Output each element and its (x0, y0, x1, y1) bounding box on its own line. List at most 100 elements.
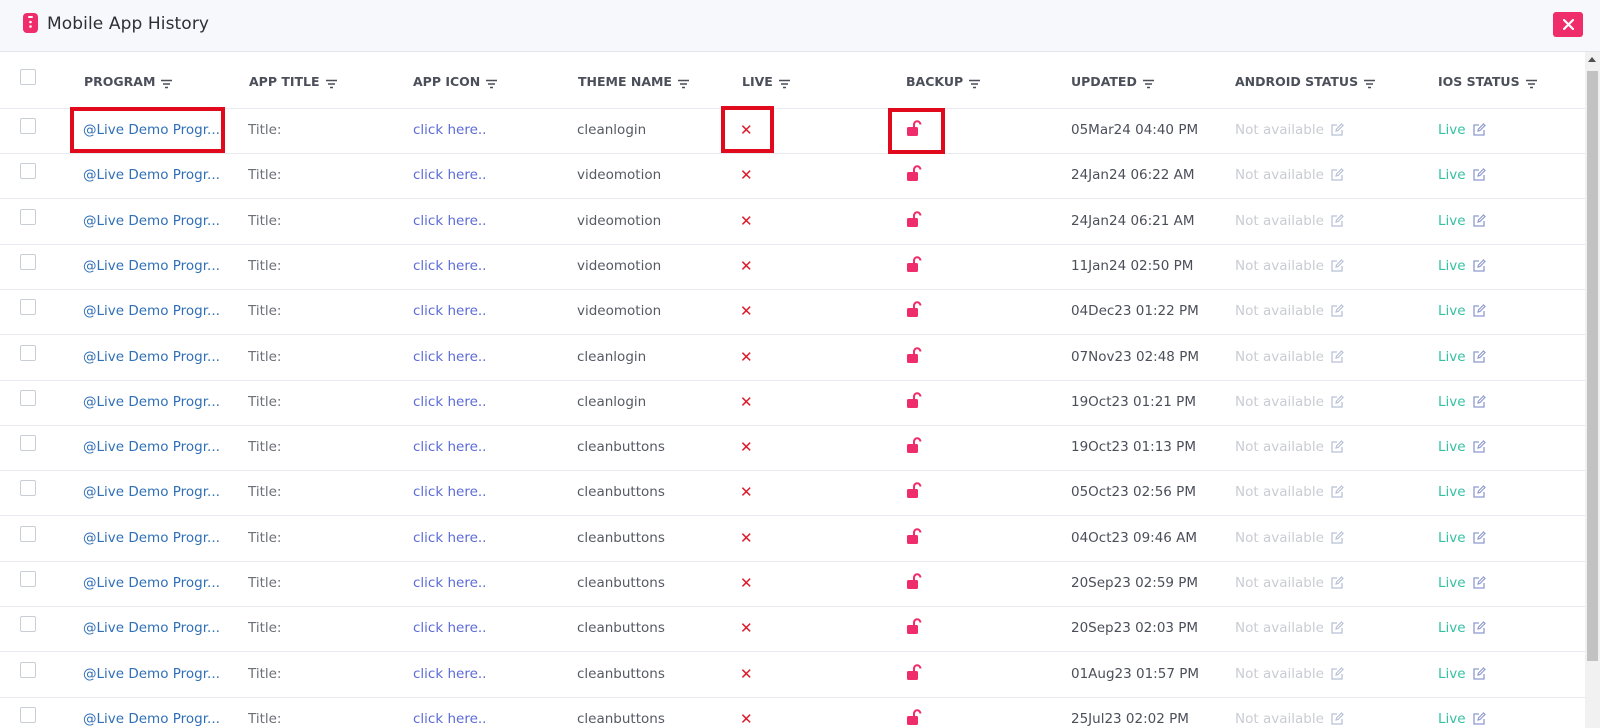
column-header-updated[interactable]: UPDATED (1071, 74, 1154, 89)
filter-icon[interactable] (1525, 77, 1537, 88)
live-status-icon[interactable]: ✕ (740, 710, 753, 728)
column-header-program[interactable]: PROGRAM (84, 74, 173, 89)
unlock-icon[interactable] (906, 482, 923, 499)
live-status-icon[interactable]: ✕ (740, 212, 753, 230)
unlock-icon[interactable] (906, 573, 923, 590)
app-icon-link[interactable]: click here.. (413, 258, 486, 274)
app-icon-link[interactable]: click here.. (413, 484, 486, 500)
program-link[interactable]: @Live Demo Progr... (83, 303, 220, 319)
filter-icon[interactable] (486, 77, 498, 88)
unlock-icon[interactable] (906, 437, 923, 454)
unlock-icon[interactable] (906, 392, 923, 409)
column-header-icon[interactable]: APP ICON (413, 74, 498, 89)
column-header-backup[interactable]: BACKUP (906, 74, 981, 89)
edit-icon[interactable] (1472, 485, 1486, 499)
row-checkbox[interactable] (20, 299, 36, 316)
program-link[interactable]: @Live Demo Progr... (83, 213, 220, 229)
live-status-icon[interactable]: ✕ (740, 302, 753, 320)
unlock-icon[interactable] (906, 256, 923, 273)
vertical-scrollbar[interactable] (1585, 52, 1600, 728)
live-status-icon[interactable]: ✕ (740, 529, 753, 547)
unlock-icon[interactable] (906, 709, 923, 726)
edit-icon[interactable] (1330, 123, 1344, 137)
live-status-icon[interactable]: ✕ (740, 166, 753, 184)
app-icon-link[interactable]: click here.. (413, 303, 486, 319)
app-icon-link[interactable]: click here.. (413, 439, 486, 455)
live-status-icon[interactable]: ✕ (740, 348, 753, 366)
app-icon-link[interactable]: click here.. (413, 213, 486, 229)
edit-icon[interactable] (1472, 123, 1486, 137)
filter-icon[interactable] (969, 77, 981, 88)
unlock-icon[interactable] (906, 528, 923, 545)
live-status-icon[interactable]: ✕ (740, 574, 753, 592)
live-status-icon[interactable]: ✕ (740, 483, 753, 501)
column-header-android[interactable]: ANDROID STATUS (1235, 74, 1376, 89)
column-header-theme[interactable]: THEME NAME (578, 74, 689, 89)
edit-icon[interactable] (1330, 213, 1344, 228)
app-icon-link[interactable]: click here.. (413, 666, 486, 682)
unlock-icon[interactable] (906, 210, 923, 228)
edit-icon[interactable] (1330, 576, 1344, 590)
row-checkbox[interactable] (20, 706, 36, 723)
row-checkbox[interactable] (20, 480, 36, 497)
scroll-up-arrow[interactable] (1588, 57, 1596, 62)
program-link[interactable]: @Live Demo Progr... (83, 439, 220, 455)
live-status-icon[interactable]: ✕ (740, 619, 753, 637)
row-checkbox[interactable] (20, 571, 36, 587)
program-link[interactable]: @Live Demo Progr... (83, 258, 220, 274)
unlock-icon[interactable] (906, 663, 923, 681)
row-checkbox[interactable] (20, 208, 36, 225)
select-all-checkbox[interactable] (20, 69, 36, 85)
app-icon-link[interactable]: click here.. (413, 620, 486, 636)
app-icon-link[interactable]: click here.. (413, 575, 486, 591)
filter-icon[interactable] (1142, 77, 1154, 88)
edit-icon[interactable] (1472, 213, 1486, 228)
live-status-icon[interactable]: ✕ (740, 257, 753, 275)
row-checkbox[interactable] (20, 435, 36, 452)
edit-icon[interactable] (1472, 394, 1486, 409)
program-link[interactable]: @Live Demo Progr... (83, 711, 220, 727)
program-link[interactable]: @Live Demo Progr... (83, 575, 220, 591)
program-link[interactable]: @Live Demo Progr... (83, 349, 220, 365)
unlock-icon[interactable] (906, 301, 923, 318)
program-link[interactable]: @Live Demo Progr... (83, 167, 220, 183)
unlock-icon[interactable] (906, 346, 923, 364)
unlock-icon[interactable] (906, 165, 923, 182)
edit-icon[interactable] (1472, 712, 1486, 726)
row-checkbox[interactable] (20, 253, 36, 270)
edit-icon[interactable] (1330, 666, 1344, 681)
edit-icon[interactable] (1472, 440, 1486, 454)
edit-icon[interactable] (1330, 394, 1344, 409)
edit-icon[interactable] (1330, 621, 1344, 635)
filter-icon[interactable] (677, 77, 689, 88)
edit-icon[interactable] (1472, 259, 1486, 273)
edit-icon[interactable] (1330, 485, 1344, 499)
row-checkbox[interactable] (20, 661, 36, 678)
filter-icon[interactable] (325, 77, 337, 88)
row-checkbox[interactable] (20, 616, 36, 633)
program-link[interactable]: @Live Demo Progr... (83, 620, 220, 636)
unlock-icon[interactable] (906, 618, 923, 635)
scroll-thumb[interactable] (1587, 71, 1598, 661)
close-button[interactable] (1553, 12, 1583, 37)
live-status-icon[interactable]: ✕ (740, 438, 753, 456)
app-icon-link[interactable]: click here.. (413, 167, 486, 183)
row-checkbox[interactable] (20, 525, 36, 542)
app-icon-link[interactable]: click here.. (413, 122, 486, 138)
live-status-icon[interactable]: ✕ (740, 393, 753, 411)
edit-icon[interactable] (1472, 304, 1486, 318)
edit-icon[interactable] (1472, 666, 1486, 681)
column-header-live[interactable]: LIVE (742, 74, 790, 89)
program-link[interactable]: @Live Demo Progr... (83, 666, 220, 682)
app-icon-link[interactable]: click here.. (413, 349, 486, 365)
edit-icon[interactable] (1330, 440, 1344, 454)
program-link[interactable]: @Live Demo Progr... (83, 530, 220, 546)
edit-icon[interactable] (1472, 621, 1486, 635)
edit-icon[interactable] (1330, 304, 1344, 318)
edit-icon[interactable] (1330, 259, 1344, 273)
program-link[interactable]: @Live Demo Progr... (83, 394, 220, 410)
edit-icon[interactable] (1330, 349, 1344, 364)
program-link[interactable]: @Live Demo Progr... (83, 484, 220, 500)
edit-icon[interactable] (1330, 712, 1344, 726)
edit-icon[interactable] (1472, 576, 1486, 590)
